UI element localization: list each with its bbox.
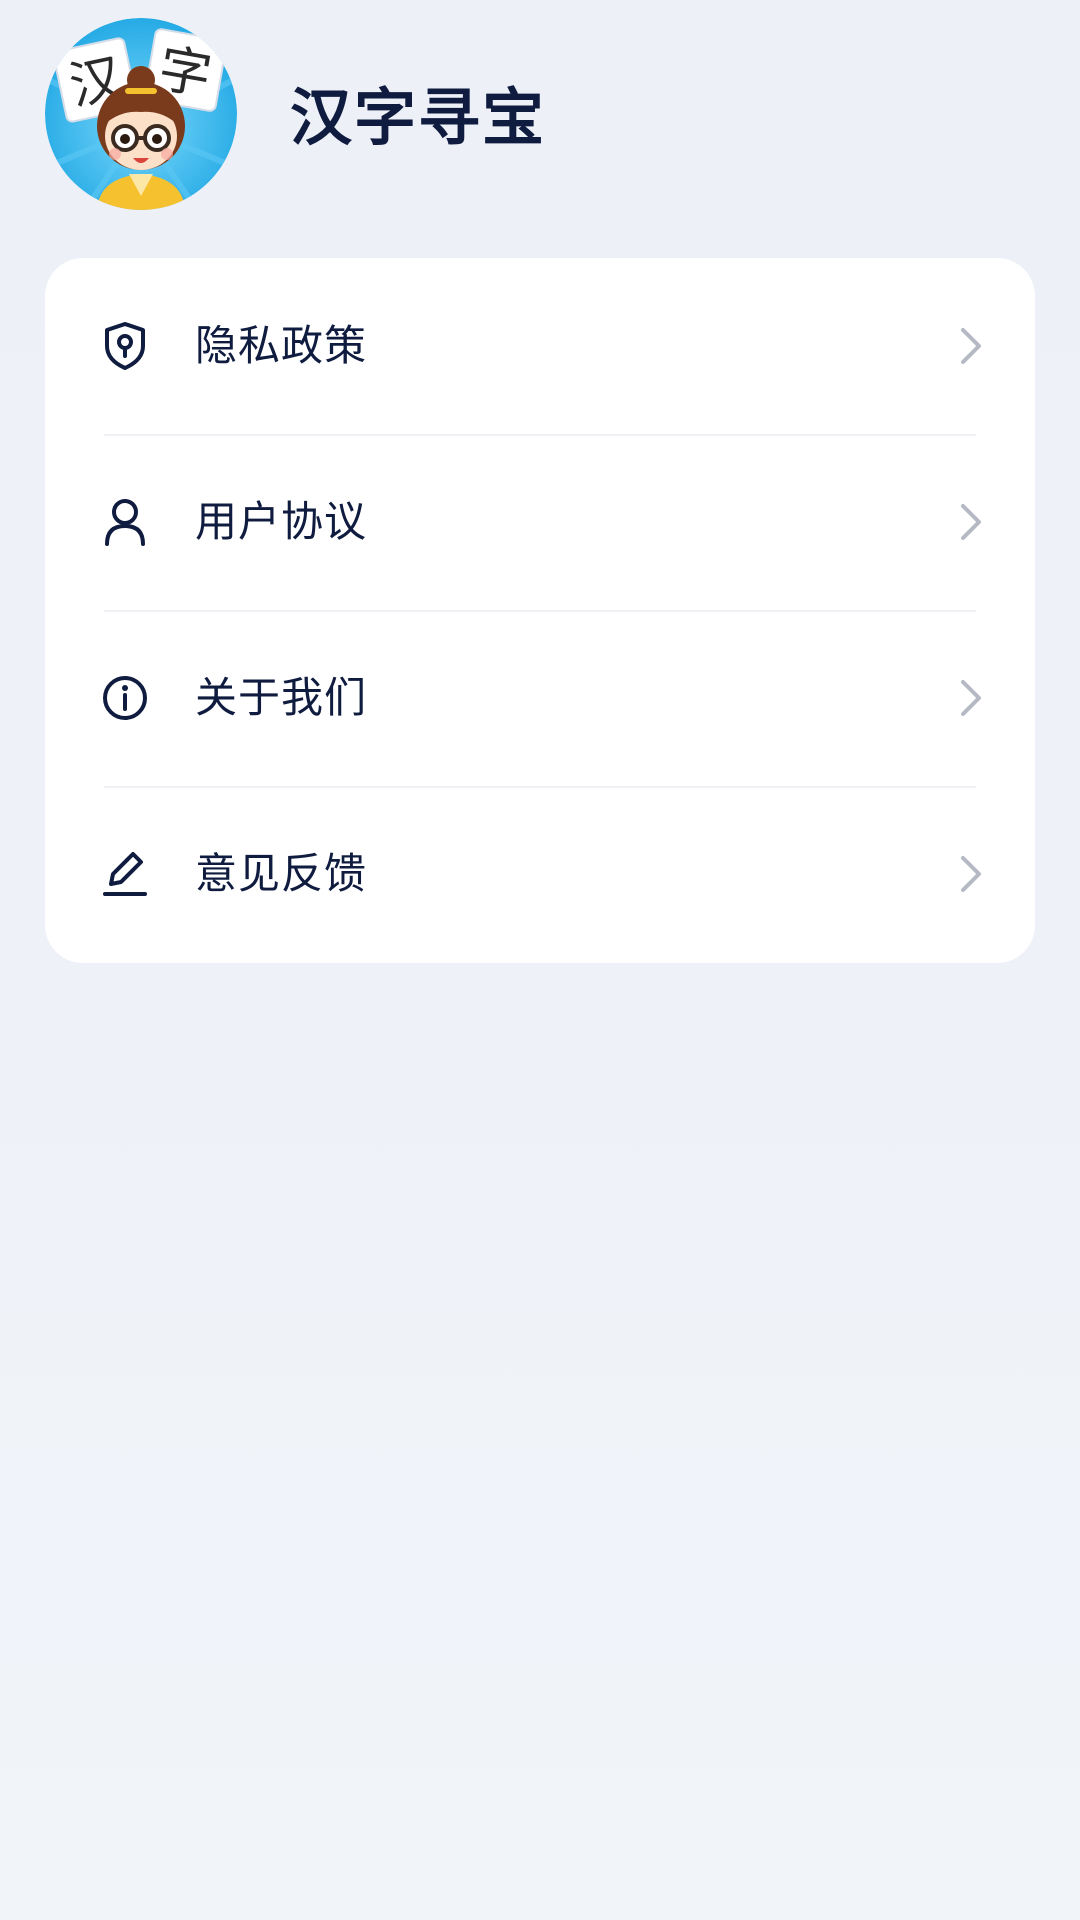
menu-item-feedback[interactable]: 意见反馈 xyxy=(45,786,1035,962)
menu-item-label: 隐私政策 xyxy=(195,321,368,370)
menu-item-label: 意见反馈 xyxy=(195,849,368,898)
chevron-right-icon xyxy=(961,856,981,892)
menu-item-privacy-policy[interactable]: 隐私政策 xyxy=(45,258,1035,434)
settings-menu-card: 隐私政策 用户协议 关于我们 意见反馈 xyxy=(45,258,1035,963)
chevron-right-icon xyxy=(961,680,981,716)
menu-item-user-agreement[interactable]: 用户协议 xyxy=(45,434,1035,610)
pen-edit-icon xyxy=(103,852,147,896)
menu-item-about-us[interactable]: 关于我们 xyxy=(45,610,1035,786)
menu-item-label: 用户协议 xyxy=(195,497,368,546)
menu-item-label: 关于我们 xyxy=(195,673,368,722)
chevron-right-icon xyxy=(961,504,981,540)
app-logo-image: 汉 字 xyxy=(45,18,237,210)
app-title: 汉字寻宝 xyxy=(290,81,547,154)
app-header: 汉 字 汉字寻宝 xyxy=(0,0,1080,230)
app-logo: 汉 字 xyxy=(45,18,237,210)
user-icon xyxy=(105,499,145,546)
shield-keyhole-icon xyxy=(105,322,145,370)
info-circle-icon xyxy=(103,676,147,720)
chevron-right-icon xyxy=(961,328,981,364)
